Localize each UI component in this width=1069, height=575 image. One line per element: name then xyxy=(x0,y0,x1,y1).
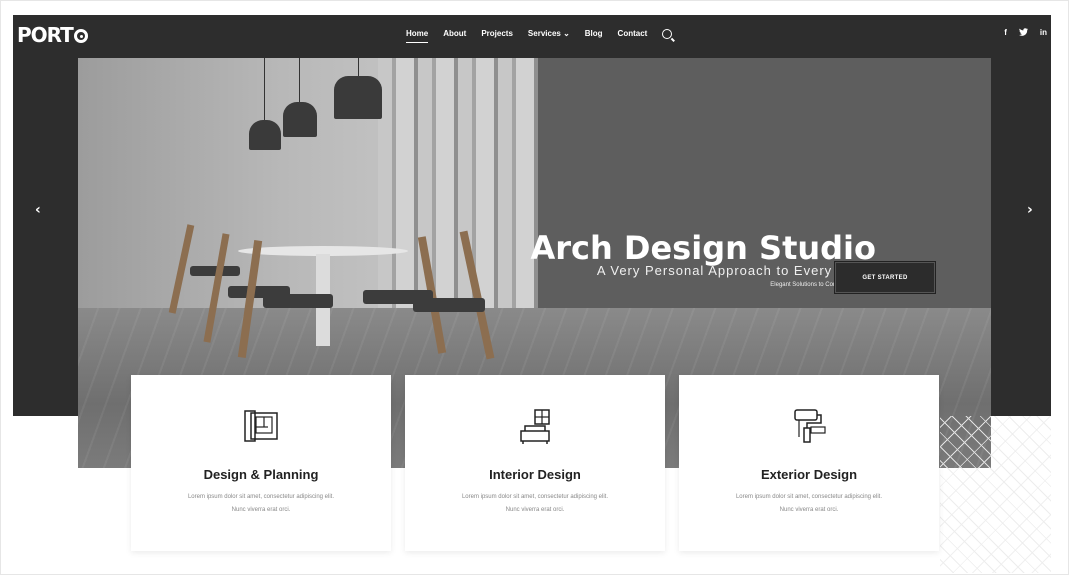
card-title: Exterior Design xyxy=(760,467,858,482)
twitter-icon[interactable] xyxy=(1018,28,1028,38)
service-card-interior-design[interactable]: Interior Design Lorem ipsum dolor sit am… xyxy=(405,375,665,551)
card-description: Lorem ipsum dolor sit amet, consectetur … xyxy=(461,494,609,513)
lamp-cord xyxy=(299,58,300,104)
service-card-design-planning[interactable]: Design & Planning Lorem ipsum dolor sit … xyxy=(131,375,391,551)
pendant-lamp xyxy=(334,76,382,119)
nav-contact[interactable]: Contact xyxy=(618,29,648,43)
slider-prev-arrow[interactable]: ‹ xyxy=(35,202,41,218)
slider-next-arrow[interactable]: › xyxy=(1027,202,1033,218)
card-description: Lorem ipsum dolor sit amet, consectetur … xyxy=(187,494,335,513)
nav-blog[interactable]: Blog xyxy=(585,29,603,43)
nav-services[interactable]: Services ⌄ xyxy=(528,29,570,43)
hero-text-block: Arch Design Studio A Very Personal Appro… xyxy=(530,229,876,288)
nav-projects[interactable]: Projects xyxy=(481,29,513,43)
lamp-cord xyxy=(264,58,265,122)
blueprint-icon xyxy=(244,410,278,442)
decorative-sketch xyxy=(940,416,1051,573)
get-started-button[interactable]: GET STARTED xyxy=(835,262,935,293)
porto-logo[interactable]: PORT xyxy=(17,23,88,47)
lamp-cord xyxy=(358,58,359,78)
pendant-lamp xyxy=(283,102,317,137)
social-links: f in xyxy=(1004,28,1047,38)
search-icon[interactable] xyxy=(662,29,673,39)
linkedin-icon[interactable]: in xyxy=(1040,28,1047,38)
nav-about[interactable]: About xyxy=(443,29,466,43)
facebook-icon[interactable]: f xyxy=(1004,28,1007,38)
main-nav: Home About Projects Services ⌄ Blog Cont… xyxy=(406,29,673,43)
sofa-icon xyxy=(520,409,550,444)
hero-title: Arch Design Studio xyxy=(530,229,876,267)
service-card-exterior-design[interactable]: Exterior Design Lorem ipsum dolor sit am… xyxy=(679,375,939,551)
pendant-lamp xyxy=(249,120,281,150)
card-description: Lorem ipsum dolor sit amet, consectetur … xyxy=(735,494,883,513)
chair-seat xyxy=(263,294,333,308)
nav-home[interactable]: Home xyxy=(406,29,429,43)
chair-seat xyxy=(413,298,485,312)
card-title: Interior Design xyxy=(489,467,581,482)
card-title: Design & Planning xyxy=(203,467,319,482)
hero-tagline: Elegant Solutions to Complex Problems xyxy=(770,282,876,288)
paint-roller-icon xyxy=(794,409,826,443)
top-navigation-bar: PORT Home About Projects Services ⌄ Blog… xyxy=(13,15,1051,58)
